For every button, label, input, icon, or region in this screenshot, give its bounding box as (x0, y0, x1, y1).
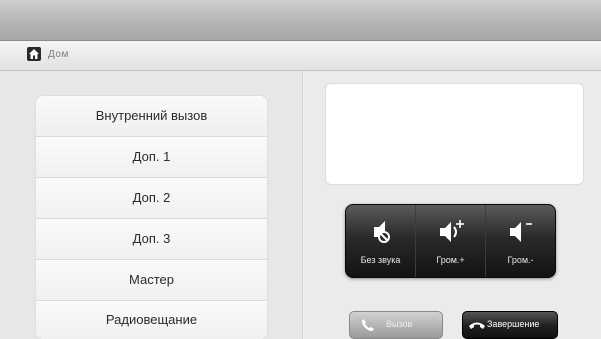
title-bar (0, 0, 601, 41)
hang-up-icon (469, 322, 485, 329)
menu-item-internal-call[interactable]: Внутренний вызов (36, 96, 267, 137)
audio-control-panel: Без звука Гром.+ Гром.- (345, 204, 556, 278)
status-display (325, 83, 584, 185)
menu-item-ext-3[interactable]: Доп. 3 (36, 219, 267, 260)
menu-item-ext-1[interactable]: Доп. 1 (36, 137, 267, 178)
breadcrumb (0, 41, 601, 71)
home-icon[interactable] (27, 47, 41, 61)
volume-down-button[interactable]: Гром.- (486, 205, 555, 277)
menu-item-broadcast[interactable]: Радиовещание (36, 301, 267, 339)
volume-down-icon (509, 222, 532, 242)
mute-label: Без звука (360, 255, 401, 265)
end-call-label: Завершение (487, 319, 540, 329)
phone-icon (362, 319, 374, 331)
menu-item-master[interactable]: Мастер (36, 260, 267, 301)
volume-up-label: Гром.+ (436, 255, 465, 265)
volume-up-icon (439, 220, 464, 242)
breadcrumb-label[interactable]: Дом (48, 49, 69, 60)
end-call-button[interactable]: Завершение (462, 311, 558, 339)
intercom-menu: Внутренний вызов Доп. 1 Доп. 2 Доп. 3 Ма… (36, 96, 267, 339)
volume-up-button[interactable]: Гром.+ (416, 205, 486, 277)
call-button[interactable]: Вызов (349, 311, 443, 339)
volume-down-label: Гром.- (507, 255, 534, 265)
call-label: Вызов (386, 319, 413, 329)
mute-icon (373, 221, 390, 243)
mute-button[interactable]: Без звука (346, 205, 416, 277)
menu-item-ext-2[interactable]: Доп. 2 (36, 178, 267, 219)
